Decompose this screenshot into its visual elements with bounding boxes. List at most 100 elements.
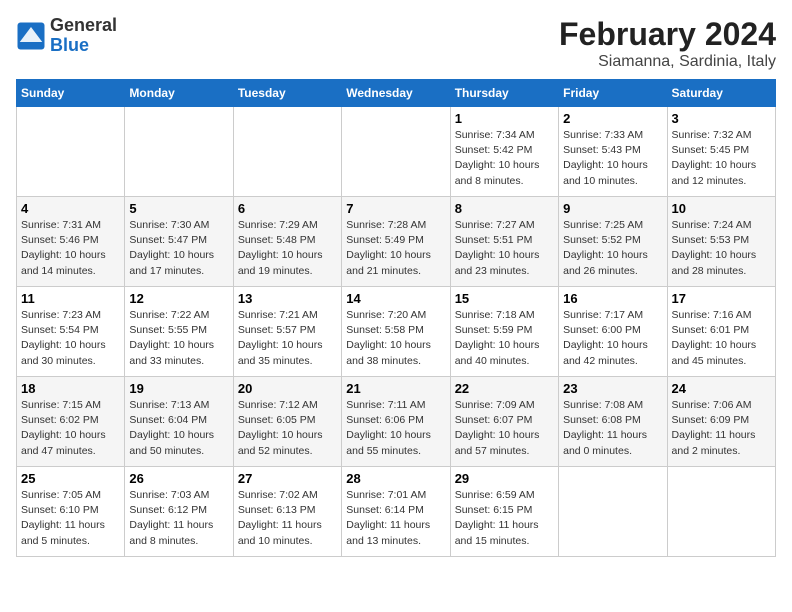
calendar-cell: [125, 107, 233, 197]
calendar-cell: 6 Sunrise: 7:29 AM Sunset: 5:48 PM Daylig…: [233, 197, 341, 287]
day-info: Sunrise: 7:16 AM Sunset: 6:01 PM Dayligh…: [672, 308, 771, 369]
page-subtitle: Siamanna, Sardinia, Italy: [559, 53, 776, 71]
day-number: 21: [346, 381, 445, 396]
day-info: Sunrise: 7:34 AM Sunset: 5:42 PM Dayligh…: [455, 128, 554, 189]
day-number: 2: [563, 111, 662, 126]
day-number: 20: [238, 381, 337, 396]
calendar-cell: 17Sunrise: 7:16 AM Sunset: 6:01 PM Dayli…: [667, 287, 775, 377]
logo: General Blue: [16, 16, 117, 56]
day-info: Sunrise: 7:23 AM Sunset: 5:54 PM Dayligh…: [21, 308, 120, 369]
day-number: 14: [346, 291, 445, 306]
calendar-cell: 14 Sunrise: 7:20 AM Sunset: 5:58 PM Dayli…: [342, 287, 450, 377]
calendar-cell: 2Sunrise: 7:33 AM Sunset: 5:43 PM Daylig…: [559, 107, 667, 197]
calendar-table: SundayMondayTuesdayWednesdayThursdayFrid…: [16, 79, 776, 557]
calendar-cell: 13 Sunrise: 7:21 AM Sunset: 5:57 PM Dayli…: [233, 287, 341, 377]
header-row: SundayMondayTuesdayWednesdayThursdayFrid…: [17, 80, 776, 107]
header-day-saturday: Saturday: [667, 80, 775, 107]
day-info: Sunrise: 7:28 AM Sunset: 5:49 PM Dayligh…: [346, 218, 445, 279]
week-row-1: 1 Sunrise: 7:34 AM Sunset: 5:42 PM Daylig…: [17, 107, 776, 197]
day-number: 15: [455, 291, 554, 306]
calendar-cell: 28Sunrise: 7:01 AM Sunset: 6:14 PM Dayli…: [342, 467, 450, 557]
calendar-cell: 15 Sunrise: 7:18 AM Sunset: 5:59 PM Dayli…: [450, 287, 558, 377]
calendar-cell: [342, 107, 450, 197]
calendar-cell: 22 Sunrise: 7:09 AM Sunset: 6:07 PM Dayli…: [450, 377, 558, 467]
calendar-header: SundayMondayTuesdayWednesdayThursdayFrid…: [17, 80, 776, 107]
calendar-cell: 19 Sunrise: 7:13 AM Sunset: 6:04 PM Dayli…: [125, 377, 233, 467]
day-number: 8: [455, 201, 554, 216]
day-info: Sunrise: 6:59 AM Sunset: 6:15 PM Dayligh…: [455, 488, 554, 549]
day-number: 11: [21, 291, 120, 306]
calendar-cell: 10Sunrise: 7:24 AM Sunset: 5:53 PM Dayli…: [667, 197, 775, 287]
calendar-cell: [667, 467, 775, 557]
calendar-cell: 3 Sunrise: 7:32 AM Sunset: 5:45 PM Daylig…: [667, 107, 775, 197]
day-info: Sunrise: 7:02 AM Sunset: 6:13 PM Dayligh…: [238, 488, 337, 549]
day-info: Sunrise: 7:15 AM Sunset: 6:02 PM Dayligh…: [21, 398, 120, 459]
header-day-wednesday: Wednesday: [342, 80, 450, 107]
day-info: Sunrise: 7:11 AM Sunset: 6:06 PM Dayligh…: [346, 398, 445, 459]
header-day-tuesday: Tuesday: [233, 80, 341, 107]
header-day-sunday: Sunday: [17, 80, 125, 107]
day-info: Sunrise: 7:27 AM Sunset: 5:51 PM Dayligh…: [455, 218, 554, 279]
day-number: 26: [129, 471, 228, 486]
day-info: Sunrise: 7:08 AM Sunset: 6:08 PM Dayligh…: [563, 398, 662, 459]
day-number: 6: [238, 201, 337, 216]
day-info: Sunrise: 7:13 AM Sunset: 6:04 PM Dayligh…: [129, 398, 228, 459]
day-info: Sunrise: 7:12 AM Sunset: 6:05 PM Dayligh…: [238, 398, 337, 459]
day-number: 29: [455, 471, 554, 486]
calendar-cell: 9 Sunrise: 7:25 AM Sunset: 5:52 PM Daylig…: [559, 197, 667, 287]
day-number: 1: [455, 111, 554, 126]
day-number: 25: [21, 471, 120, 486]
week-row-3: 11 Sunrise: 7:23 AM Sunset: 5:54 PM Dayli…: [17, 287, 776, 377]
day-number: 10: [672, 201, 771, 216]
header-day-thursday: Thursday: [450, 80, 558, 107]
day-number: 22: [455, 381, 554, 396]
calendar-cell: [17, 107, 125, 197]
day-info: Sunrise: 7:32 AM Sunset: 5:45 PM Dayligh…: [672, 128, 771, 189]
calendar-cell: 27 Sunrise: 7:02 AM Sunset: 6:13 PM Dayli…: [233, 467, 341, 557]
day-number: 5: [129, 201, 228, 216]
logo-icon: [16, 21, 46, 51]
day-info: Sunrise: 7:29 AM Sunset: 5:48 PM Dayligh…: [238, 218, 337, 279]
day-number: 23: [563, 381, 662, 396]
day-number: 9: [563, 201, 662, 216]
week-row-5: 25 Sunrise: 7:05 AM Sunset: 6:10 PM Dayli…: [17, 467, 776, 557]
calendar-cell: 12Sunrise: 7:22 AM Sunset: 5:55 PM Dayli…: [125, 287, 233, 377]
day-info: Sunrise: 7:31 AM Sunset: 5:46 PM Dayligh…: [21, 218, 120, 279]
day-number: 24: [672, 381, 771, 396]
logo-text: General Blue: [50, 16, 117, 56]
day-info: Sunrise: 7:01 AM Sunset: 6:14 PM Dayligh…: [346, 488, 445, 549]
header-day-friday: Friday: [559, 80, 667, 107]
day-info: Sunrise: 7:17 AM Sunset: 6:00 PM Dayligh…: [563, 308, 662, 369]
day-info: Sunrise: 7:25 AM Sunset: 5:52 PM Dayligh…: [563, 218, 662, 279]
calendar-cell: 29 Sunrise: 6:59 AM Sunset: 6:15 PM Dayli…: [450, 467, 558, 557]
day-info: Sunrise: 7:18 AM Sunset: 5:59 PM Dayligh…: [455, 308, 554, 369]
calendar-cell: [559, 467, 667, 557]
page-title: February 2024: [559, 16, 776, 53]
calendar-cell: 7Sunrise: 7:28 AM Sunset: 5:49 PM Daylig…: [342, 197, 450, 287]
day-number: 27: [238, 471, 337, 486]
day-info: Sunrise: 7:30 AM Sunset: 5:47 PM Dayligh…: [129, 218, 228, 279]
day-info: Sunrise: 7:03 AM Sunset: 6:12 PM Dayligh…: [129, 488, 228, 549]
calendar-cell: 5 Sunrise: 7:30 AM Sunset: 5:47 PM Daylig…: [125, 197, 233, 287]
calendar-cell: 23 Sunrise: 7:08 AM Sunset: 6:08 PM Dayli…: [559, 377, 667, 467]
title-block: February 2024 Siamanna, Sardinia, Italy: [559, 16, 776, 71]
page-header: General Blue February 2024 Siamanna, Sar…: [16, 16, 776, 71]
day-info: Sunrise: 7:21 AM Sunset: 5:57 PM Dayligh…: [238, 308, 337, 369]
day-number: 12: [129, 291, 228, 306]
day-info: Sunrise: 7:05 AM Sunset: 6:10 PM Dayligh…: [21, 488, 120, 549]
header-day-monday: Monday: [125, 80, 233, 107]
calendar-cell: 18Sunrise: 7:15 AM Sunset: 6:02 PM Dayli…: [17, 377, 125, 467]
calendar-cell: [233, 107, 341, 197]
calendar-body: 1 Sunrise: 7:34 AM Sunset: 5:42 PM Daylig…: [17, 107, 776, 557]
calendar-cell: 25 Sunrise: 7:05 AM Sunset: 6:10 PM Dayli…: [17, 467, 125, 557]
day-number: 3: [672, 111, 771, 126]
calendar-cell: 24Sunrise: 7:06 AM Sunset: 6:09 PM Dayli…: [667, 377, 775, 467]
day-number: 19: [129, 381, 228, 396]
calendar-cell: 21 Sunrise: 7:11 AM Sunset: 6:06 PM Dayli…: [342, 377, 450, 467]
day-number: 4: [21, 201, 120, 216]
week-row-2: 4 Sunrise: 7:31 AM Sunset: 5:46 PM Daylig…: [17, 197, 776, 287]
calendar-cell: 8 Sunrise: 7:27 AM Sunset: 5:51 PM Daylig…: [450, 197, 558, 287]
day-info: Sunrise: 7:09 AM Sunset: 6:07 PM Dayligh…: [455, 398, 554, 459]
day-info: Sunrise: 7:20 AM Sunset: 5:58 PM Dayligh…: [346, 308, 445, 369]
day-number: 13: [238, 291, 337, 306]
